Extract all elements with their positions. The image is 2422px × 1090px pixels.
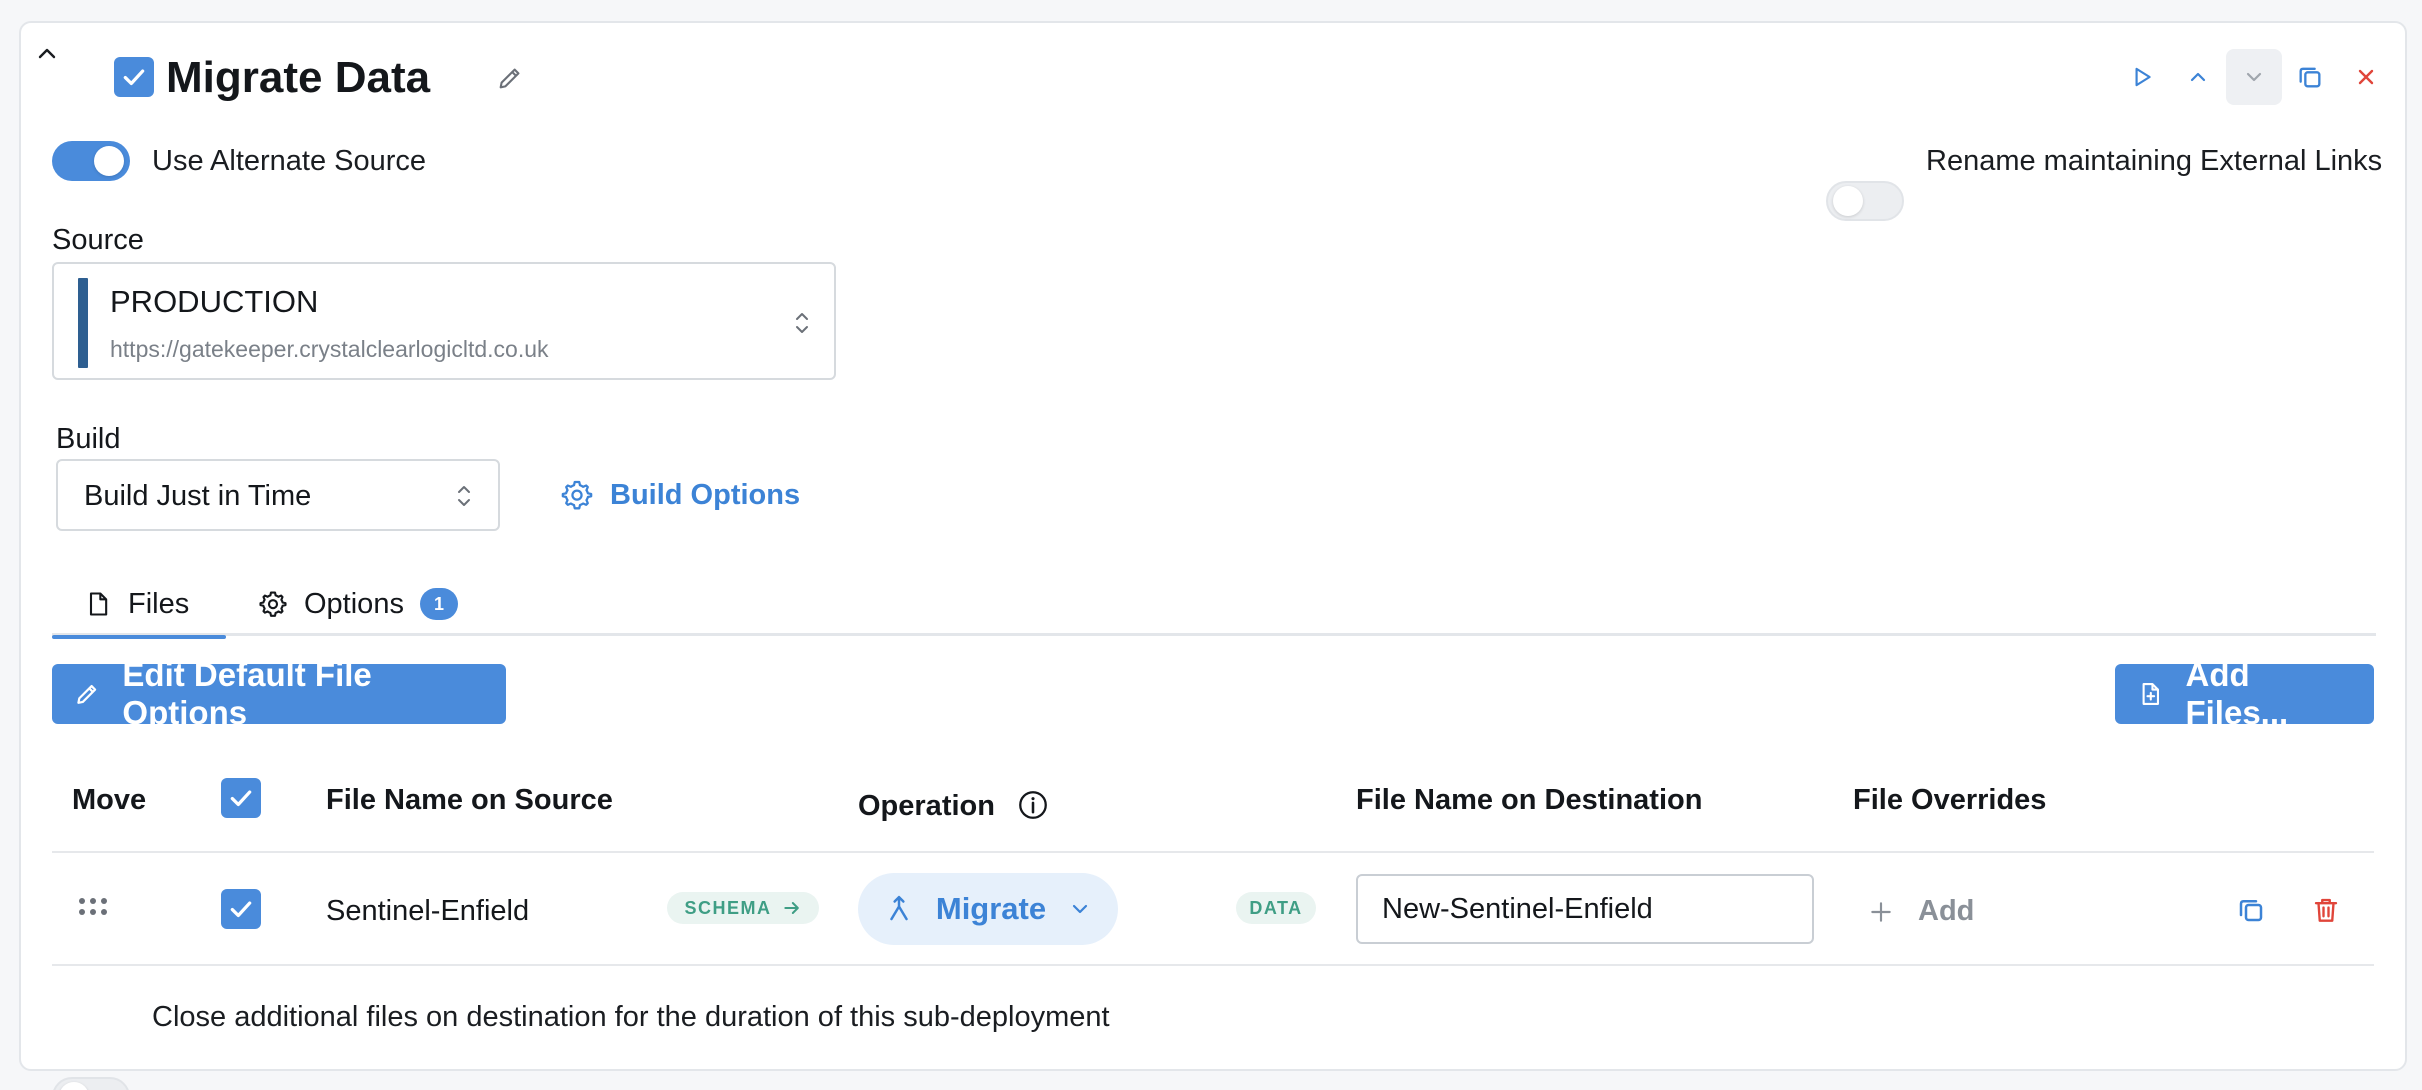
build-options-label: Build Options xyxy=(610,478,801,511)
row-source-file-name: Sentinel-Enfield xyxy=(326,895,530,927)
close-additional-files-toggle[interactable] xyxy=(52,1077,130,1090)
alternate-source-toggle[interactable] xyxy=(52,141,130,181)
tab-bar: Files Options 1 xyxy=(52,572,2376,639)
merge-icon xyxy=(890,895,908,921)
check-icon xyxy=(123,69,145,86)
file-plus-icon xyxy=(2142,683,2160,705)
rename-external-links-label: Rename maintaining External Links xyxy=(1926,145,2383,177)
alternate-source-label: Use Alternate Source xyxy=(152,145,427,177)
data-tag: DATA xyxy=(1236,892,1316,924)
add-files-button[interactable]: Add Files... xyxy=(2115,656,2374,731)
column-file-name-destination: File Name on Destination xyxy=(1356,784,1703,816)
plus-icon xyxy=(1871,901,1891,922)
header-actions xyxy=(2114,49,2394,105)
drag-handle-icon[interactable] xyxy=(76,896,110,918)
duplicate-step-button[interactable] xyxy=(2282,49,2338,105)
data-tag-label: DATA xyxy=(1249,897,1303,918)
move-up-button[interactable] xyxy=(2170,49,2226,105)
build-label: Build xyxy=(56,423,121,455)
run-step-button[interactable] xyxy=(2114,49,2170,105)
tab-files[interactable]: Files xyxy=(52,572,226,639)
column-file-name-source: File Name on Source xyxy=(326,784,613,816)
rename-external-links-toggle[interactable] xyxy=(1826,181,1904,221)
file-icon xyxy=(89,592,108,616)
chevron-down-icon xyxy=(1073,904,1088,914)
add-override-button[interactable]: Add xyxy=(1868,895,1974,928)
column-operation: Operation xyxy=(858,790,995,822)
copy-icon xyxy=(2239,900,2263,922)
collapse-button[interactable] xyxy=(29,36,65,72)
source-label: Source xyxy=(52,224,144,256)
select-chevrons-icon xyxy=(792,308,812,338)
edit-default-file-options-label: Edit Default File Options xyxy=(122,656,372,731)
play-icon xyxy=(2135,67,2151,87)
source-select[interactable]: PRODUCTION https://gatekeeper.crystalcle… xyxy=(52,262,836,380)
row-checkbox[interactable] xyxy=(221,889,261,929)
duplicate-row-button[interactable] xyxy=(2223,882,2279,938)
operation-value: Migrate xyxy=(935,891,1047,926)
add-override-label: Add xyxy=(1918,895,1975,927)
table-row-divider xyxy=(52,964,2374,966)
page-title: Migrate Data xyxy=(166,53,431,102)
remove-step-button[interactable] xyxy=(2338,49,2394,105)
gear-icon xyxy=(561,480,593,510)
check-icon xyxy=(230,901,252,918)
select-chevrons-icon xyxy=(454,481,474,511)
column-file-overrides: File Overrides xyxy=(1853,784,2047,816)
build-select[interactable]: Build Just in Time xyxy=(56,459,500,531)
tab-files-label: Files xyxy=(128,587,190,620)
chevron-down-icon xyxy=(2246,72,2262,82)
check-icon xyxy=(230,790,252,807)
pencil-icon xyxy=(499,68,520,89)
tab-options-label: Options xyxy=(304,587,404,620)
trash-icon xyxy=(2314,898,2338,922)
chevron-up-icon xyxy=(2190,72,2206,82)
copy-icon xyxy=(2299,67,2321,88)
source-color-bar xyxy=(78,278,88,368)
delete-row-button[interactable] xyxy=(2298,882,2354,938)
schema-tag: SCHEMA xyxy=(667,892,819,924)
edit-default-file-options-button[interactable]: Edit Default File Options xyxy=(52,656,506,731)
destination-file-name-input[interactable] xyxy=(1356,874,1814,944)
source-url: https://gatekeeper.crystalclearlogicltd.… xyxy=(110,336,549,362)
build-select-value: Build Just in Time xyxy=(84,480,312,512)
build-options-button[interactable]: Build Options xyxy=(560,478,800,512)
table-header-divider xyxy=(52,851,2374,853)
chevron-up-icon xyxy=(38,48,56,59)
gear-icon xyxy=(259,591,287,617)
select-all-checkbox[interactable] xyxy=(221,778,261,818)
schema-tag-label: SCHEMA xyxy=(684,897,772,918)
close-additional-files-label: Close additional files on destination fo… xyxy=(152,1001,1110,1033)
column-move: Move xyxy=(72,784,147,816)
close-icon xyxy=(2358,69,2374,85)
source-name: PRODUCTION xyxy=(110,284,319,319)
arrow-right-icon xyxy=(783,902,799,914)
options-count-badge: 1 xyxy=(419,588,458,620)
operation-dropdown[interactable]: Migrate xyxy=(858,873,1118,945)
add-files-label: Add Files... xyxy=(2185,656,2289,731)
tab-options[interactable]: Options 1 xyxy=(258,572,458,636)
step-enabled-checkbox[interactable] xyxy=(114,57,154,97)
move-down-button[interactable] xyxy=(2226,49,2282,105)
pencil-icon xyxy=(77,684,97,704)
edit-title-button[interactable] xyxy=(490,58,530,98)
operation-info-icon[interactable] xyxy=(1016,788,1050,822)
